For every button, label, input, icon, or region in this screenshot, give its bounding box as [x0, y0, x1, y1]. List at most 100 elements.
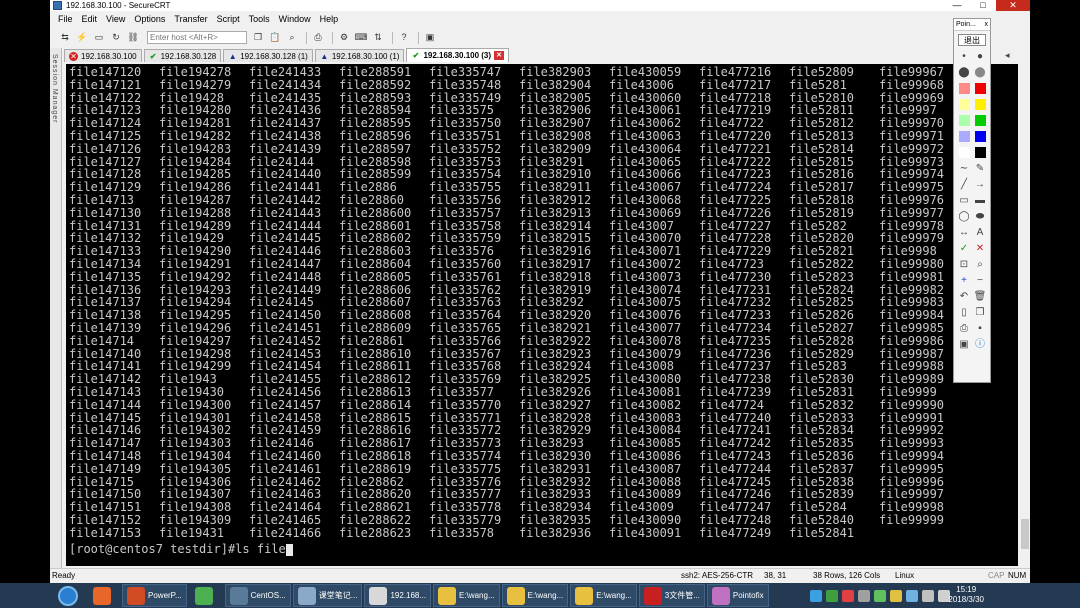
reconnect-icon[interactable]: ↻: [109, 31, 123, 44]
settings-icon[interactable]: ⚙: [337, 31, 351, 44]
copy-icon[interactable]: ❐: [251, 31, 265, 44]
marker-icon[interactable]: ✎: [973, 163, 987, 174]
tray-icon[interactable]: [890, 589, 902, 602]
screen-icon[interactable]: ▣: [957, 339, 971, 350]
menu-edit[interactable]: Edit: [82, 14, 98, 24]
copy-page-icon[interactable]: ❐: [973, 307, 987, 318]
color-swatch[interactable]: [958, 115, 970, 126]
taskbar-item[interactable]: E:\wang...: [501, 584, 569, 607]
tab-session-2[interactable]: ✔ 192.168.30.128: [143, 49, 222, 62]
maximize-button[interactable]: □: [970, 0, 996, 11]
keymap-icon[interactable]: ⌨: [354, 31, 368, 44]
vertical-scrollbar[interactable]: [1020, 64, 1030, 566]
pointofix-header[interactable]: Poin... x: [954, 19, 990, 31]
terminal-output[interactable]: file147120 file194278 file241433 file288591…: [66, 64, 1018, 566]
color-swatch[interactable]: [974, 99, 986, 110]
menu-file[interactable]: File: [58, 14, 73, 24]
plus-icon[interactable]: +: [957, 275, 971, 286]
taskbar-item[interactable]: [189, 584, 223, 607]
taskbar-clock[interactable]: 15:19 2018/3/30: [948, 585, 984, 605]
color-swatch[interactable]: [958, 147, 970, 158]
save-icon[interactable]: ▪: [973, 323, 987, 334]
large-dot-icon[interactable]: ⬤: [957, 67, 971, 78]
taskbar-item[interactable]: CentOS...: [224, 584, 291, 607]
taskbar-item[interactable]: 192.168...: [364, 584, 432, 607]
taskbar-item[interactable]: [86, 584, 120, 607]
tab-session-1[interactable]: ✕ 192.168.30.100: [64, 49, 142, 62]
filled-ellipse-icon[interactable]: ⬬: [973, 211, 987, 222]
scrollbar-thumb[interactable]: [1021, 519, 1029, 549]
ellipse-icon[interactable]: ◯: [957, 211, 971, 222]
arrow-icon[interactable]: →: [973, 179, 987, 190]
color-swatch[interactable]: [974, 147, 986, 158]
cancel-icon[interactable]: ✕: [973, 243, 987, 254]
minimize-button[interactable]: —: [944, 0, 970, 11]
print-icon[interactable]: ⎙: [311, 31, 325, 44]
title-bar[interactable]: 192.168.30.100 - SecureCRT — □ ✕: [50, 0, 1030, 11]
text-icon[interactable]: A: [973, 227, 987, 238]
color-swatch[interactable]: [958, 83, 970, 94]
undo-icon[interactable]: ↶: [957, 291, 971, 302]
tray-icon[interactable]: [858, 589, 870, 602]
filled-rectangle-icon[interactable]: ▬: [973, 195, 987, 206]
info-icon[interactable]: ⓘ: [973, 339, 987, 350]
menu-script[interactable]: Script: [217, 14, 240, 24]
tray-icon[interactable]: [826, 589, 838, 602]
paste-icon[interactable]: 📋: [268, 31, 282, 44]
taskbar-item[interactable]: 课堂笔记...: [292, 584, 363, 607]
menu-help[interactable]: Help: [320, 14, 339, 24]
print-icon[interactable]: ⎙: [957, 323, 971, 334]
menu-window[interactable]: Window: [279, 14, 311, 24]
small-dot-icon[interactable]: •: [957, 51, 971, 62]
tab-session-3[interactable]: ▲ 192.168.30.128 (1): [223, 49, 313, 62]
menu-options[interactable]: Options: [134, 14, 165, 24]
session-manager-panel[interactable]: Session Manager: [50, 48, 62, 568]
disconnect-icon[interactable]: ⛓: [126, 31, 140, 44]
trash-icon[interactable]: 🗑: [973, 291, 987, 302]
gray-dot-icon[interactable]: ⬤: [973, 67, 987, 78]
freehand-icon[interactable]: ∼: [957, 163, 971, 174]
color-swatch[interactable]: [974, 131, 986, 142]
taskbar-item[interactable]: 3文件管...: [638, 584, 705, 607]
tray-icon[interactable]: [874, 589, 886, 602]
enter-host-input[interactable]: [147, 31, 247, 44]
zoom-icon[interactable]: ⌕: [973, 259, 987, 270]
tray-icon[interactable]: [842, 589, 854, 602]
pointofix-exit-button[interactable]: 退出: [958, 34, 986, 46]
color-swatch[interactable]: [958, 131, 970, 142]
tab-session-4[interactable]: ▲ 192.168.30.100 (1): [314, 49, 405, 62]
color-swatch[interactable]: [974, 115, 986, 126]
taskbar-item[interactable]: Pointofix: [706, 584, 769, 607]
accept-icon[interactable]: ✓: [957, 243, 971, 254]
color-swatch[interactable]: [958, 99, 970, 110]
tray-icon[interactable]: [906, 589, 918, 602]
crop-icon[interactable]: ⊡: [957, 259, 971, 270]
find-icon[interactable]: ⌕: [285, 31, 299, 44]
menu-view[interactable]: View: [106, 14, 125, 24]
help-icon[interactable]: ?: [397, 31, 411, 44]
sftp-icon[interactable]: ⇅: [371, 31, 385, 44]
minus-icon[interactable]: −: [973, 275, 987, 286]
medium-dot-icon[interactable]: ●: [973, 51, 987, 62]
menu-tools[interactable]: Tools: [249, 14, 270, 24]
taskbar-item[interactable]: PowerP...: [122, 584, 187, 607]
double-arrow-icon[interactable]: ↔: [957, 227, 971, 238]
pointofix-close-icon[interactable]: x: [985, 19, 989, 31]
taskbar-item[interactable]: E:\wang...: [433, 584, 500, 607]
close-button[interactable]: ✕: [996, 0, 1030, 11]
taskbar-item[interactable]: E:\wang...: [570, 584, 637, 607]
new-page-icon[interactable]: ▯: [957, 307, 971, 318]
connect-icon[interactable]: ⇆: [58, 31, 72, 44]
menu-transfer[interactable]: Transfer: [174, 14, 207, 24]
start-button[interactable]: [52, 583, 84, 608]
color-swatch[interactable]: [974, 83, 986, 94]
quick-connect-icon[interactable]: ⚡: [75, 31, 89, 44]
tray-icon[interactable]: [810, 589, 822, 602]
connect-tab-icon[interactable]: ▭: [92, 31, 106, 44]
screenshot-icon[interactable]: ▣: [423, 31, 437, 44]
line-icon[interactable]: ╱: [957, 179, 971, 190]
network-icon[interactable]: [922, 589, 934, 602]
tab-session-active[interactable]: ✔ 192.168.30.100 (3) ✕: [406, 48, 510, 62]
rectangle-icon[interactable]: ▭: [957, 195, 971, 206]
close-tab-icon[interactable]: ✕: [494, 51, 505, 60]
